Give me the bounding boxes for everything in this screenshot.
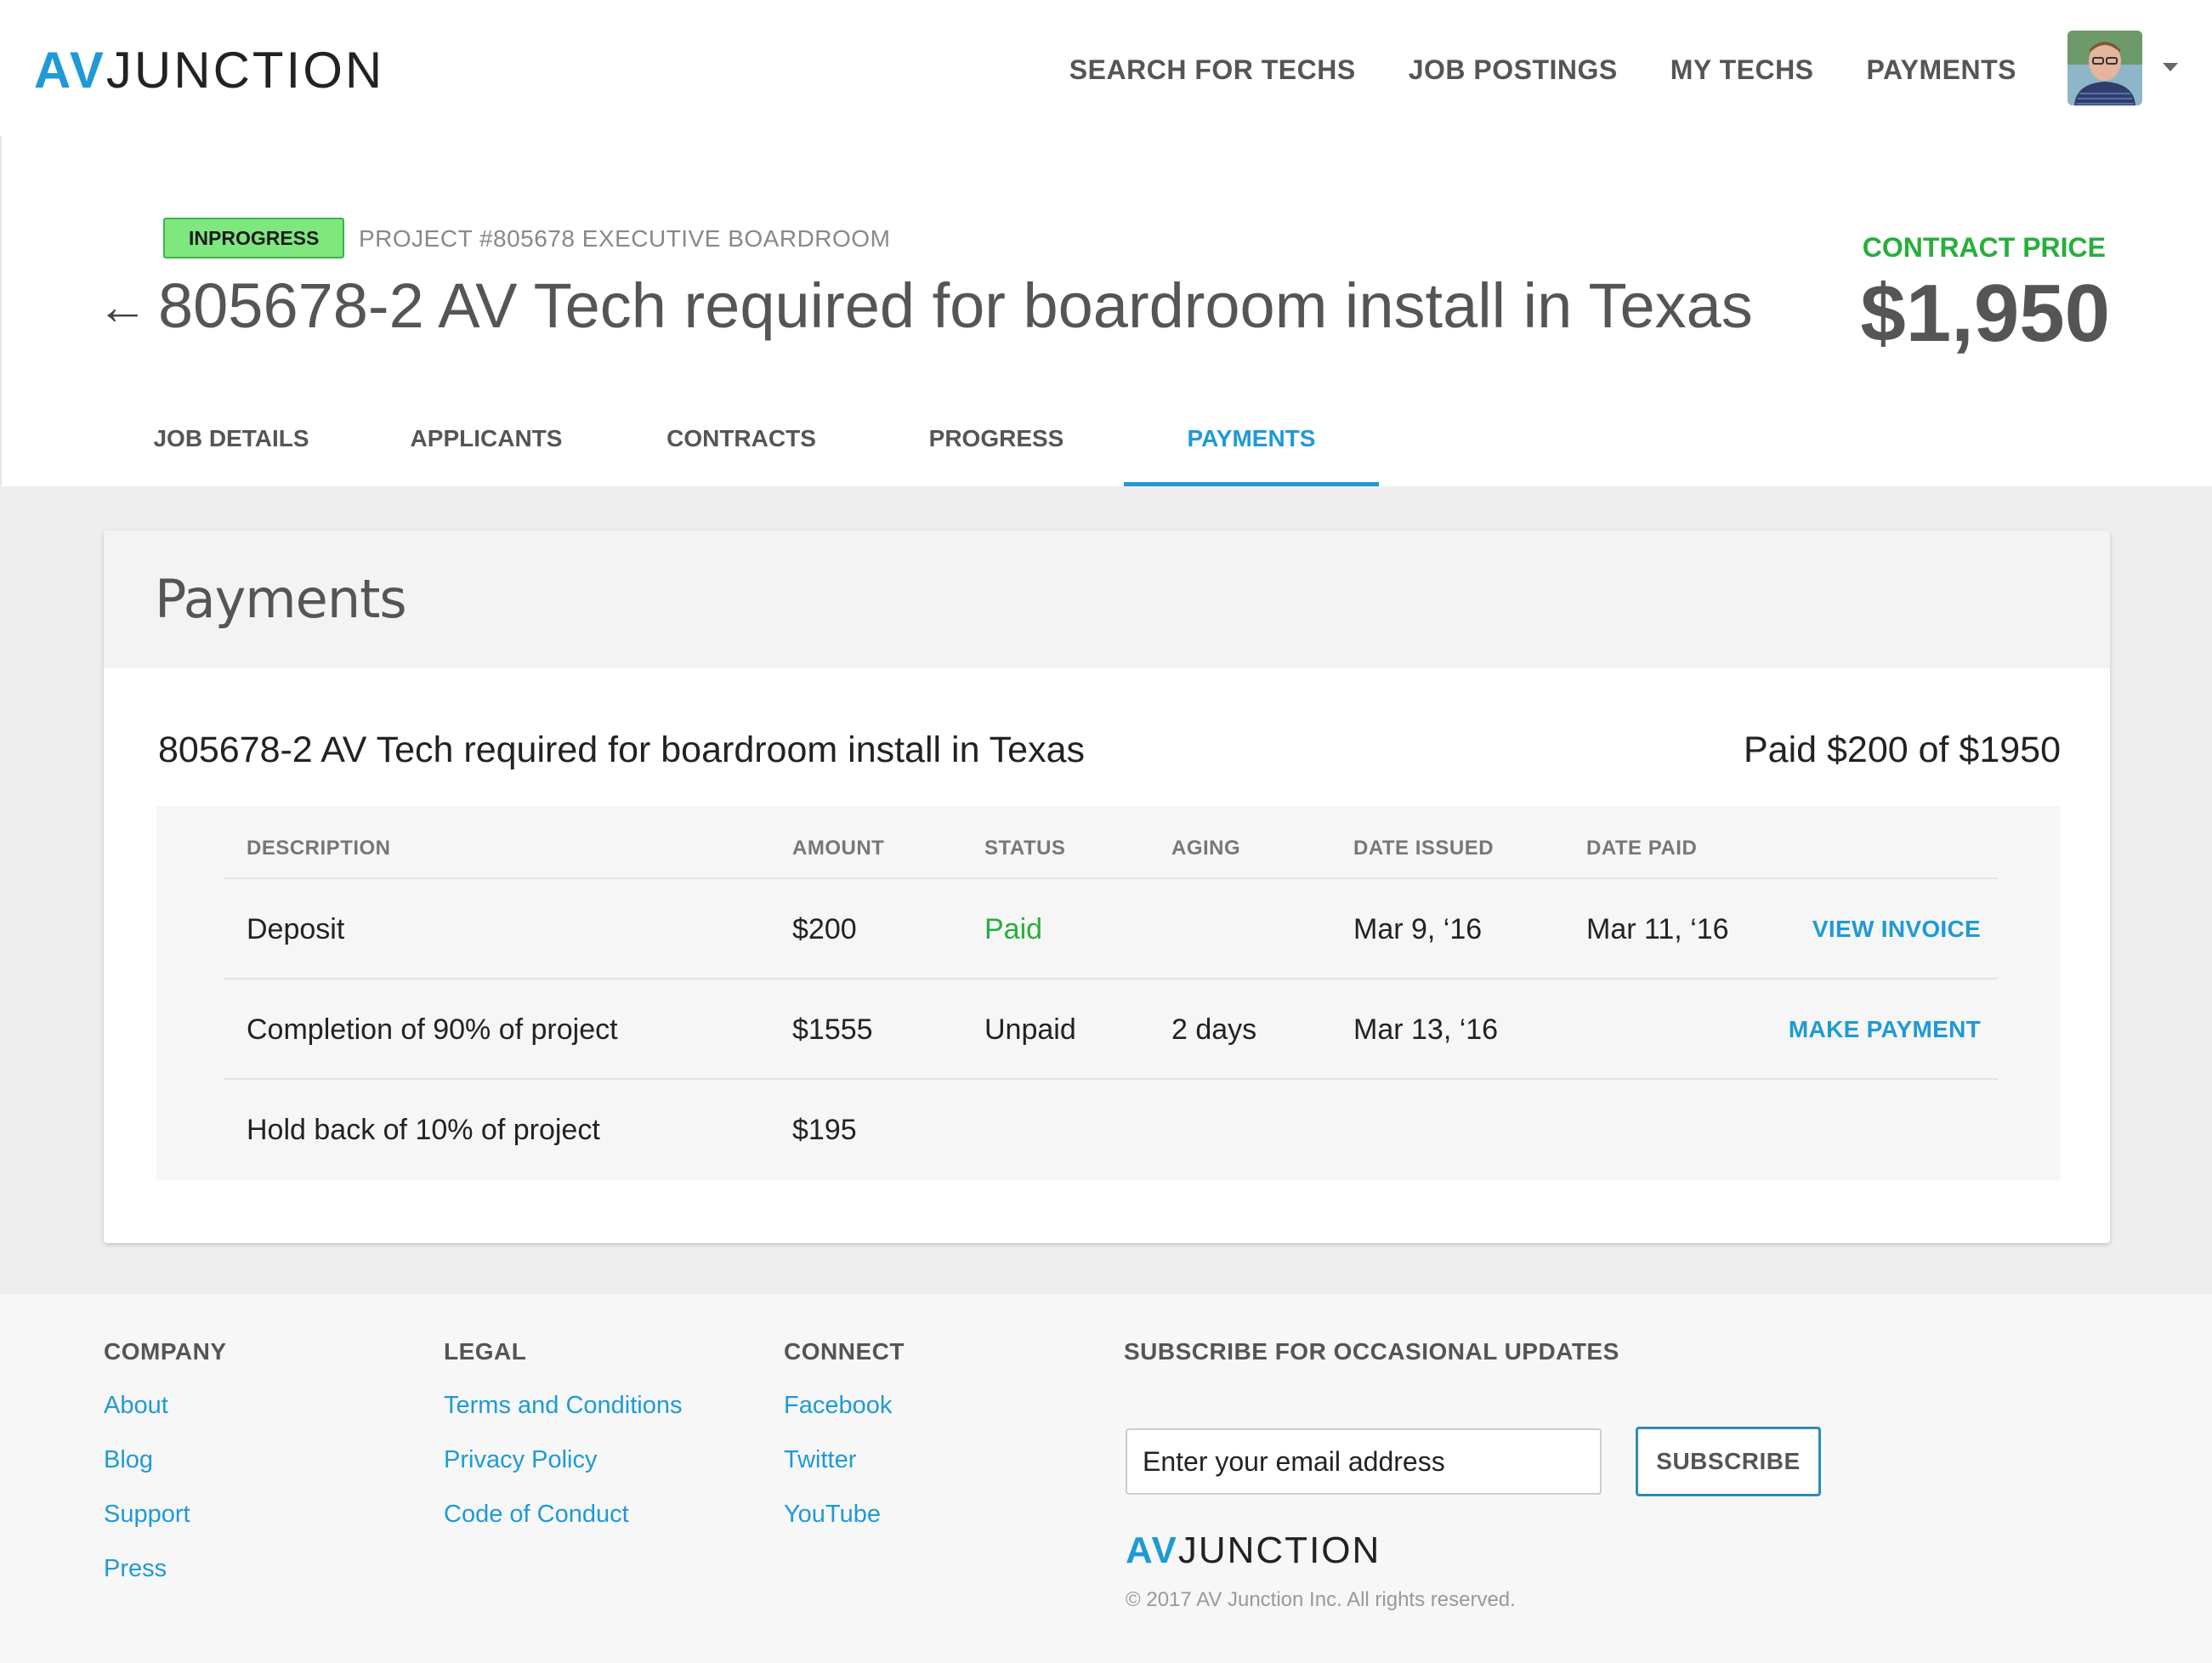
col-date-paid: DATE PAID: [1586, 837, 1698, 860]
row-status: Unpaid: [984, 1013, 1076, 1046]
tab-payments[interactable]: PAYMENTS: [1124, 391, 1379, 486]
nav-search-techs[interactable]: SEARCH FOR TECHS: [1069, 51, 1356, 88]
col-description: DESCRIPTION: [247, 837, 391, 860]
footer-link-youtube[interactable]: YouTube: [784, 1496, 905, 1532]
status-badge: INPROGRESS: [163, 218, 345, 258]
footer-link-blog[interactable]: Blog: [104, 1442, 227, 1478]
nav-payments[interactable]: PAYMENTS: [1867, 51, 2016, 88]
tab-progress[interactable]: PROGRESS: [886, 391, 1107, 486]
make-payment-button[interactable]: MAKE PAYMENT: [1789, 979, 1981, 1080]
subscribe-button[interactable]: SUBSCRIBE: [1636, 1427, 1821, 1496]
row-amount: $1555: [792, 1013, 873, 1046]
site-footer: COMPANY About Blog Support Press LEGAL T…: [0, 1294, 2212, 1663]
page-title: 805678-2 AV Tech required for boardroom …: [158, 270, 1753, 341]
footer-link-twitter[interactable]: Twitter: [784, 1442, 905, 1478]
row-description: Deposit: [247, 913, 345, 945]
nav-job-postings[interactable]: JOB POSTINGS: [1409, 51, 1618, 88]
payments-table: DESCRIPTION AMOUNT STATUS AGING DATE ISS…: [156, 806, 2061, 1180]
footer-heading-legal: LEGAL: [444, 1338, 527, 1365]
contract-price-value: $1,950: [1860, 268, 2110, 359]
logo-av-text: AV: [34, 42, 106, 99]
job-name: 805678-2 AV Tech required for boardroom …: [158, 729, 1085, 770]
col-amount: AMOUNT: [792, 837, 885, 860]
tab-job-details[interactable]: JOB DETAILS: [121, 391, 342, 486]
footer-link-about[interactable]: About: [104, 1388, 227, 1423]
payments-card: Payments 805678-2 AV Tech required for b…: [104, 531, 2110, 1243]
main-nav: SEARCH FOR TECHS JOB POSTINGS MY TECHS P…: [1069, 51, 2016, 88]
view-invoice-button[interactable]: VIEW INVOICE: [1812, 879, 1981, 979]
footer-link-privacy[interactable]: Privacy Policy: [444, 1442, 682, 1478]
caret-down-icon[interactable]: [2163, 63, 2178, 71]
subscribe-heading: SUBSCRIBE FOR OCCASIONAL UPDATES: [1124, 1338, 1619, 1365]
email-field[interactable]: [1126, 1428, 1602, 1495]
footer-connect: CONNECT Facebook Twitter YouTube: [784, 1335, 905, 1551]
tab-applicants[interactable]: APPLICANTS: [376, 391, 597, 486]
footer-logo[interactable]: AVJUNCTION: [1126, 1529, 1381, 1573]
row-amount: $200: [792, 913, 857, 945]
footer-heading-connect: CONNECT: [784, 1338, 905, 1365]
row-date-issued: Mar 9, ‘16: [1353, 913, 1483, 945]
footer-heading-company: COMPANY: [104, 1338, 227, 1365]
arrow-left-icon[interactable]: ←: [97, 277, 148, 337]
project-label: PROJECT #805678 EXECUTIVE BOARDROOM: [359, 225, 891, 252]
row-date-paid: Mar 11, ‘16: [1586, 913, 1729, 945]
row-description: Hold back of 10% of project: [247, 1114, 600, 1146]
footer-link-support[interactable]: Support: [104, 1496, 227, 1532]
footer-link-press[interactable]: Press: [104, 1551, 227, 1586]
brand-logo[interactable]: AVJUNCTION: [34, 41, 384, 100]
top-navbar: AVJUNCTION SEARCH FOR TECHS JOB POSTINGS…: [0, 0, 2212, 136]
project-tabs: JOB DETAILS APPLICANTS CONTRACTS PROGRES…: [2, 391, 2212, 486]
row-description: Completion of 90% of project: [247, 1013, 618, 1046]
footer-link-terms[interactable]: Terms and Conditions: [444, 1388, 682, 1423]
logo-junction-text: JUNCTION: [105, 42, 385, 99]
footer-subscribe: SUBSCRIBE FOR OCCASIONAL UPDATES SUBSCRI…: [1124, 1335, 1889, 1611]
table-row: Deposit $200 Paid Mar 9, ‘16 Mar 11, ‘16…: [224, 879, 1998, 979]
copyright-text: © 2017 AV Junction Inc. All rights reser…: [1126, 1588, 1516, 1611]
col-date-issued: DATE ISSUED: [1353, 837, 1495, 860]
footer-legal: LEGAL Terms and Conditions Privacy Polic…: [444, 1335, 682, 1551]
card-header: Payments: [104, 531, 2110, 668]
table-row: Completion of 90% of project $1555 Unpai…: [224, 979, 1998, 1080]
footer-logo-av: AV: [1126, 1530, 1178, 1571]
table-header: DESCRIPTION AMOUNT STATUS AGING DATE ISS…: [224, 806, 1998, 879]
tab-contracts[interactable]: CONTRACTS: [631, 391, 852, 486]
row-status: Paid: [984, 913, 1043, 945]
footer-company: COMPANY About Blog Support Press: [104, 1335, 227, 1605]
paid-summary: Paid $200 of $1950: [1744, 729, 2061, 770]
footer-link-facebook[interactable]: Facebook: [784, 1388, 905, 1423]
row-date-issued: Mar 13, ‘16: [1353, 1013, 1499, 1046]
avatar-image: [2067, 31, 2142, 105]
row-amount: $195: [792, 1114, 857, 1146]
contract-price-label: CONTRACT PRICE: [1862, 232, 2106, 263]
footer-link-conduct[interactable]: Code of Conduct: [444, 1496, 682, 1532]
col-aging: AGING: [1171, 837, 1241, 860]
user-avatar[interactable]: [2067, 31, 2142, 105]
nav-my-techs[interactable]: MY TECHS: [1670, 51, 1814, 88]
project-header: INPROGRESS PROJECT #805678 EXECUTIVE BOA…: [0, 136, 2212, 486]
footer-logo-junction: JUNCTION: [1177, 1530, 1381, 1571]
col-status: STATUS: [984, 837, 1066, 860]
row-aging: 2 days: [1171, 1013, 1257, 1046]
table-row: Hold back of 10% of project $195: [224, 1080, 1998, 1180]
card-title: Payments: [155, 568, 407, 630]
